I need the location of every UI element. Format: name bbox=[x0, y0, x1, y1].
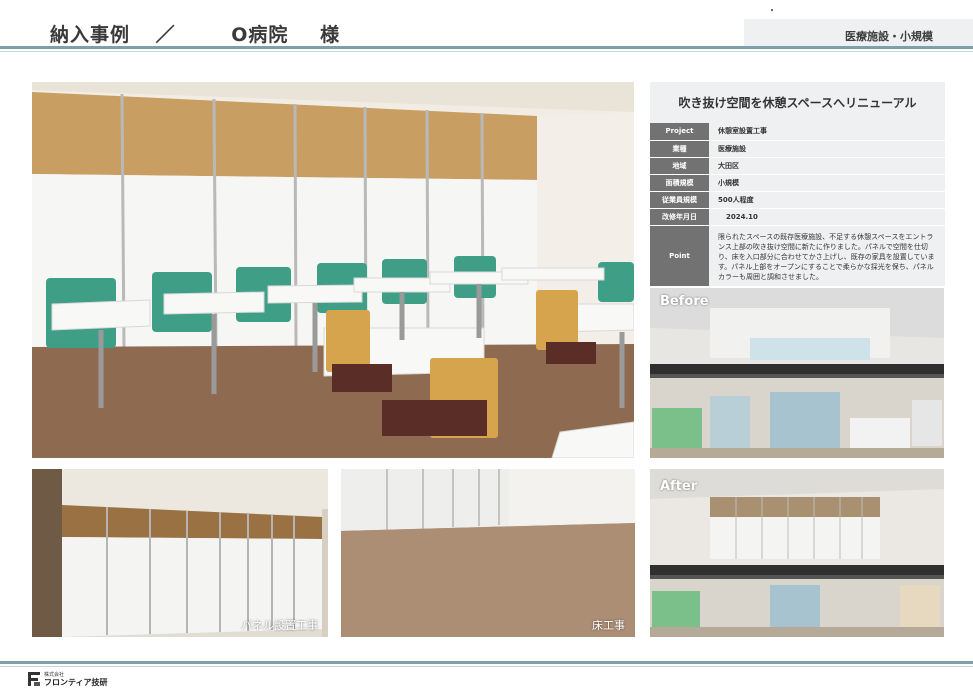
floor-caption: 床工事 bbox=[592, 619, 625, 632]
page-title: 納入事例 ／ O病院 様 bbox=[50, 20, 340, 47]
header-rule bbox=[0, 46, 973, 49]
project-info-table: Project 休憩室設置工事 業種 医療施設 地域 大田区 面積規模 小規模 … bbox=[650, 123, 945, 287]
panel-caption: パネル設置工事 bbox=[241, 619, 318, 632]
info-row: Project 休憩室設置工事 bbox=[650, 123, 945, 141]
company-name: フロンティア技研 bbox=[44, 678, 108, 687]
info-value: 2024.10 bbox=[709, 208, 945, 226]
title-slash: ／ bbox=[155, 24, 176, 46]
info-key: 面積規模 bbox=[650, 174, 709, 192]
info-row: 従業員規模 500人程度 bbox=[650, 191, 945, 209]
header-rule-thin bbox=[0, 51, 973, 52]
main-photo-lounge bbox=[32, 82, 634, 458]
client-honorific: 様 bbox=[320, 24, 341, 46]
floor-work-photo: 床工事 bbox=[341, 469, 635, 637]
footer-rule-thin bbox=[0, 666, 973, 667]
before-photo: Before bbox=[650, 288, 944, 458]
before-label: Before bbox=[660, 294, 709, 309]
info-key: 地域 bbox=[650, 157, 709, 175]
info-key: 業種 bbox=[650, 140, 709, 158]
panel-installation-photo: パネル設置工事 bbox=[32, 469, 328, 637]
info-value: 休憩室設置工事 bbox=[709, 123, 945, 141]
info-row-point: Point 限られたスペースの既存医療施設、不足する休憩スペースをエントランス上… bbox=[650, 225, 945, 287]
info-row: 改修年月日 2024.10 bbox=[650, 208, 945, 226]
company-logo-icon bbox=[26, 670, 42, 692]
decorative-dot bbox=[771, 9, 773, 11]
info-value: 医療施設 bbox=[709, 140, 945, 158]
info-key: 改修年月日 bbox=[650, 208, 709, 226]
category-badge: 医療施設・小規模 bbox=[744, 19, 973, 49]
info-key: 従業員規模 bbox=[650, 191, 709, 209]
category-badge-label: 医療施設・小規模 bbox=[845, 30, 933, 43]
title-prefix: 納入事例 bbox=[50, 24, 131, 46]
info-value: 500人程度 bbox=[709, 191, 945, 209]
point-key: Point bbox=[650, 225, 709, 287]
info-row: 業種 医療施設 bbox=[650, 140, 945, 158]
info-key: Project bbox=[650, 123, 709, 141]
after-photo: After bbox=[650, 469, 944, 637]
info-value: 小規模 bbox=[709, 174, 945, 192]
point-text: 限られたスペースの既存医療施設、不足する休憩スペースをエントランス上部の吹き抜け… bbox=[709, 225, 945, 287]
client-name: O病院 bbox=[231, 24, 289, 46]
after-label: After bbox=[660, 479, 698, 494]
info-row: 面積規模 小規模 bbox=[650, 174, 945, 192]
info-title: 吹き抜け空間を休憩スペースへリニューアル bbox=[650, 82, 945, 123]
info-value: 大田区 bbox=[709, 157, 945, 175]
info-row: 地域 大田区 bbox=[650, 157, 945, 175]
footer-rule bbox=[0, 661, 973, 664]
